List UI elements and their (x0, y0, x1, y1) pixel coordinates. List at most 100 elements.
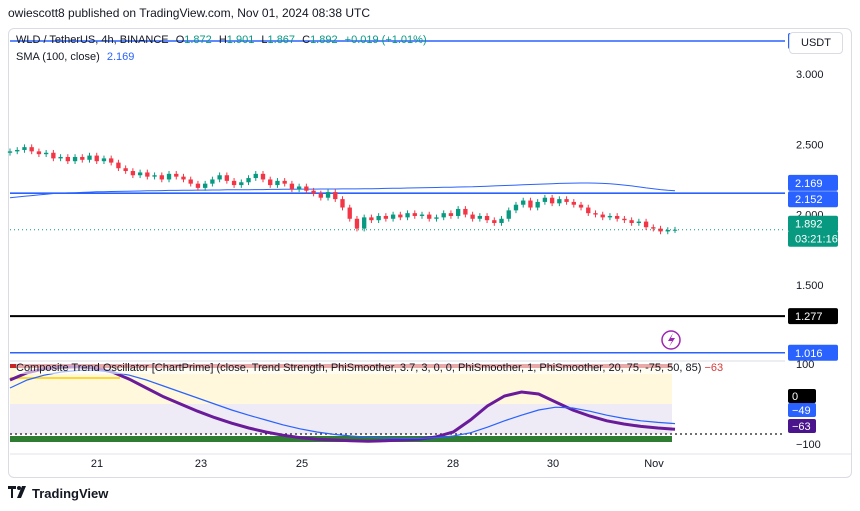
candle-body (427, 214, 432, 219)
candle-body (188, 179, 193, 184)
candle-body (145, 172, 150, 177)
candle-body (390, 214, 396, 219)
x-tick-label: 21 (91, 458, 103, 470)
price-tick-label: 2.500 (796, 139, 824, 151)
oscillator-tick-label: 100 (796, 359, 814, 371)
tradingview-logo-icon (8, 486, 28, 501)
x-tick-label: Nov (644, 458, 664, 470)
price-label-text: 03:21:16 (795, 234, 838, 246)
oscillator-legend[interactable]: Composite Trend Oscillator [ChartPrime] … (16, 362, 724, 374)
candle-body (607, 215, 613, 218)
candle-body (304, 186, 309, 191)
candle-body (484, 215, 490, 221)
high-number: 1.901 (226, 34, 255, 46)
candle-body (152, 175, 157, 177)
candle-body (557, 199, 562, 204)
open-number: 1.872 (184, 34, 212, 46)
candle-body (528, 200, 533, 208)
candle-body (58, 156, 63, 159)
candle-body (448, 213, 454, 216)
candle-body (398, 214, 403, 218)
candle-body (441, 213, 446, 218)
sma-line (9, 182, 676, 199)
price-label-text: 2.152 (795, 194, 823, 206)
symbol-name[interactable]: WLD / TetherUS, 4h, BINANCE (16, 34, 169, 46)
currency-button[interactable]: USDT (789, 32, 843, 54)
x-tick-label: 25 (296, 458, 308, 470)
price-label-text: 1.892 (795, 219, 823, 231)
candle-body (318, 193, 323, 198)
candle-body (51, 152, 56, 159)
price-label-text: 2.169 (795, 178, 823, 190)
candle-body (246, 178, 251, 183)
candle-body (159, 175, 164, 180)
candle-body (94, 155, 99, 162)
candle-body (311, 190, 316, 194)
oscillator-value-text: −63 (792, 421, 811, 433)
tradingview-logo[interactable]: TradingView (8, 486, 108, 501)
candle-body (499, 218, 504, 223)
sma-legend[interactable]: SMA (100, close) 2.169 (16, 51, 134, 63)
open-label: O (175, 34, 185, 46)
candle-body (166, 173, 172, 180)
candle-body (492, 220, 497, 223)
candle-body (542, 197, 548, 202)
candle-body (369, 217, 374, 221)
candle-body (109, 158, 114, 163)
candle-body (210, 179, 215, 184)
candle-body (434, 217, 439, 219)
candle-body (665, 230, 670, 232)
candle-body (362, 217, 367, 229)
candle-body (506, 210, 511, 219)
low-number: 1.867 (267, 34, 296, 46)
symbol-legend[interactable]: WLD / TetherUS, 4h, BINANCE O1.872 H1.90… (16, 34, 427, 46)
candle-body (275, 180, 280, 186)
candle-body (383, 215, 389, 219)
candle-body (80, 156, 85, 160)
price-label-text: 1.016 (795, 348, 823, 360)
candle-body (15, 149, 20, 152)
oscillator-tick-label: −100 (796, 439, 821, 451)
price-tick-label: 1.500 (796, 280, 824, 292)
candle-body (217, 175, 222, 180)
candle-body (29, 147, 34, 152)
candle-body (239, 182, 244, 186)
candle-body (340, 199, 345, 208)
candle-body (231, 180, 237, 186)
candle-body (325, 192, 331, 198)
candle-body (36, 151, 42, 155)
candle-body (333, 192, 338, 200)
candle-body (564, 199, 569, 202)
candle-body (549, 197, 555, 204)
candle-body (600, 214, 605, 218)
tradingview-brand: TradingView (32, 486, 109, 501)
candle-body (658, 228, 663, 232)
candle-body (615, 215, 620, 219)
oscillator-value-text: −49 (792, 405, 811, 417)
close-number: 1.892 (310, 34, 338, 46)
candle-body (354, 218, 360, 229)
candle-body (629, 220, 634, 223)
candle-body (65, 156, 70, 162)
high-value: H1.901 (219, 34, 254, 46)
candle-body (347, 207, 352, 219)
candle-body (672, 229, 678, 231)
candle-body (535, 201, 540, 208)
price-tick-label: 3.000 (796, 69, 824, 81)
open-value: O1.872 (176, 34, 212, 46)
chart-canvas[interactable]: 3.0002.5002.0001.5003.2362.1692.1521.892… (0, 0, 860, 511)
candle-body (260, 173, 266, 180)
sma-value: 2.169 (106, 51, 135, 63)
candle-body (72, 156, 78, 162)
candle-body (268, 179, 273, 186)
close-label: C (302, 34, 311, 46)
candle-body (43, 152, 49, 155)
candle-body (463, 208, 468, 215)
candle-body (593, 213, 598, 215)
candle-body (123, 168, 128, 172)
candle-body (405, 213, 410, 218)
candle-body (296, 186, 302, 190)
candle-body (202, 183, 208, 188)
candle-body (477, 215, 483, 219)
candle-body (87, 155, 92, 160)
